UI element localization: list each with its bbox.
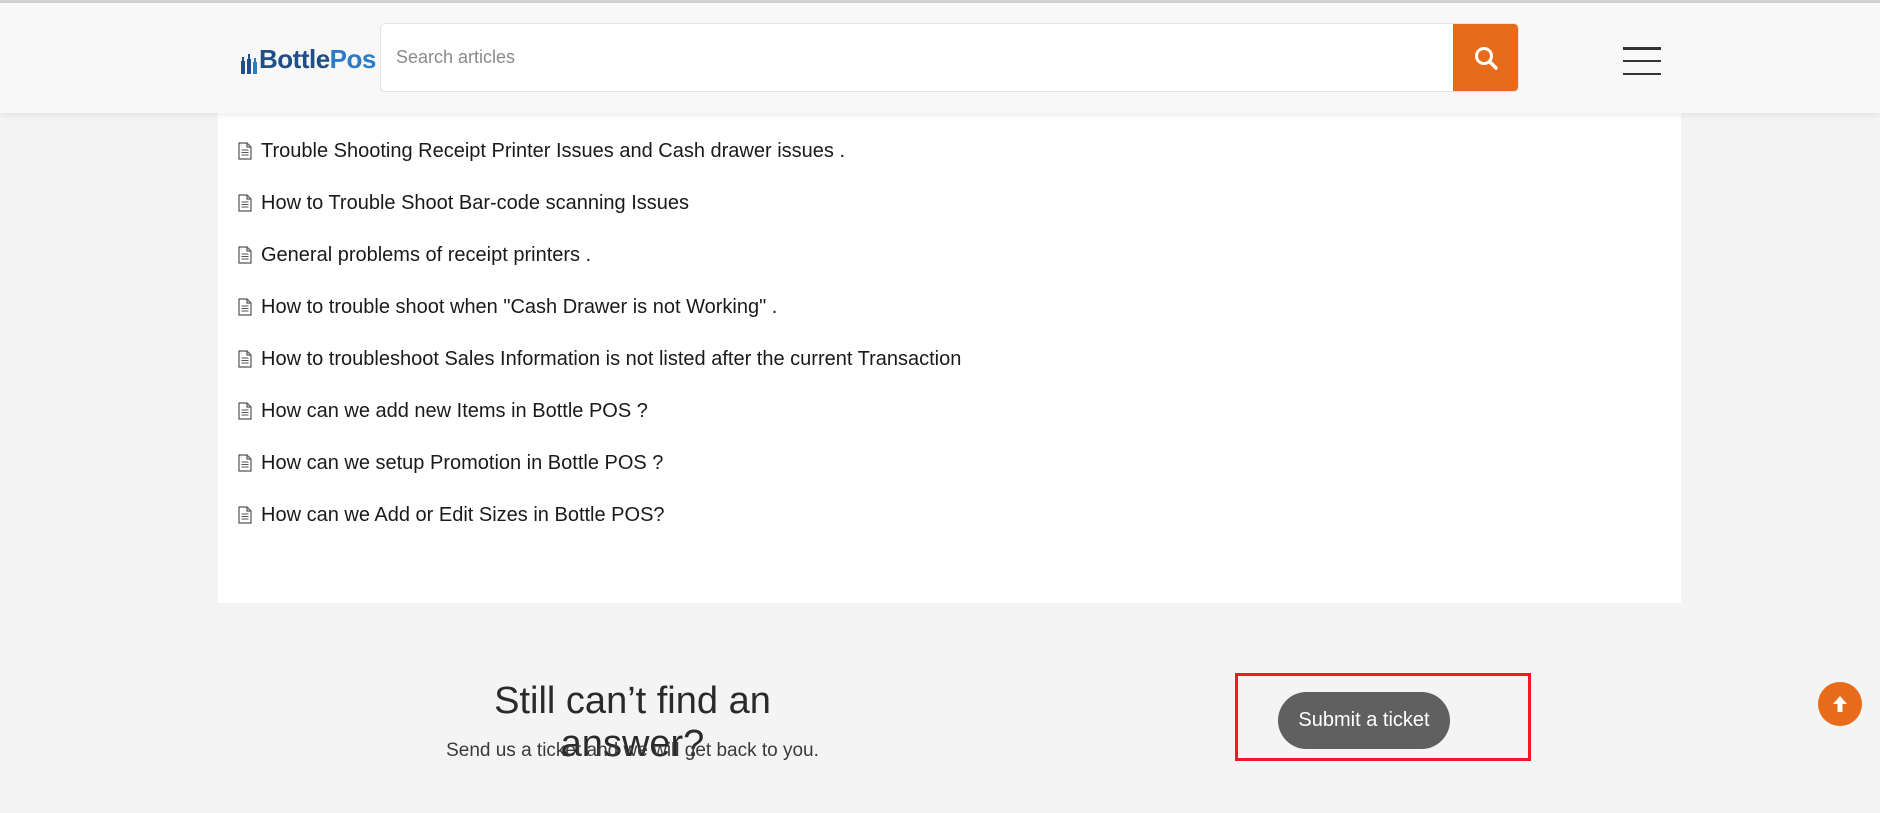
arrow-up-icon [1833, 696, 1847, 712]
article-title: General problems of receipt printers . [261, 243, 592, 266]
document-icon [238, 350, 252, 368]
logo-text-pos: Pos [329, 44, 377, 74]
article-link[interactable]: How can we Add or Edit Sizes in Bottle P… [238, 489, 961, 541]
logo-text-bottle: Bottle [259, 44, 330, 74]
document-icon [238, 298, 252, 316]
article-title: How to trouble shoot when "Cash Drawer i… [261, 295, 778, 318]
menu-bar-line [1623, 59, 1661, 63]
article-title: How can we add new Items in Bottle POS ? [261, 399, 648, 422]
document-icon [238, 454, 252, 472]
article-link[interactable]: How to trouble shoot when "Cash Drawer i… [238, 281, 961, 333]
scroll-to-top-button[interactable] [1818, 682, 1862, 726]
article-link[interactable]: How to troubleshoot Sales Information is… [238, 333, 961, 385]
cta-subtitle: Send us a ticket and we will get back to… [446, 740, 819, 761]
document-icon [238, 246, 252, 264]
search-button[interactable] [1453, 24, 1518, 91]
bottle-logo-icon [241, 54, 257, 74]
article-link[interactable]: Trouble Shooting Receipt Printer Issues … [238, 125, 961, 177]
search-icon [1474, 46, 1498, 70]
hamburger-menu-icon[interactable] [1623, 47, 1663, 75]
search-input[interactable] [381, 24, 1454, 91]
menu-bar-line [1623, 47, 1661, 50]
article-link[interactable]: How can we add new Items in Bottle POS ? [238, 385, 961, 437]
document-icon [238, 506, 252, 524]
document-icon [238, 194, 252, 212]
document-icon [238, 142, 252, 160]
article-title: How to Trouble Shoot Bar-code scanning I… [261, 191, 690, 214]
article-list: Trouble Shooting Receipt Printer Issues … [238, 125, 961, 541]
article-link[interactable]: General problems of receipt printers . [238, 229, 961, 281]
menu-bar-line [1623, 72, 1661, 75]
search-bar [380, 23, 1519, 92]
site-header: Bottle Pos [0, 3, 1880, 113]
bottlepos-logo[interactable]: Bottle Pos [240, 44, 377, 75]
article-title: How to troubleshoot Sales Information is… [261, 347, 962, 370]
articles-card: Trouble Shooting Receipt Printer Issues … [218, 113, 1681, 603]
article-title: How can we Add or Edit Sizes in Bottle P… [261, 503, 665, 526]
document-icon [238, 402, 252, 420]
article-link[interactable]: How to Trouble Shoot Bar-code scanning I… [238, 177, 961, 229]
article-title: How can we setup Promotion in Bottle POS… [261, 451, 664, 474]
article-title: Trouble Shooting Receipt Printer Issues … [261, 139, 845, 162]
submit-ticket-button[interactable]: Submit a ticket [1278, 692, 1450, 749]
article-link[interactable]: How can we setup Promotion in Bottle POS… [238, 437, 961, 489]
